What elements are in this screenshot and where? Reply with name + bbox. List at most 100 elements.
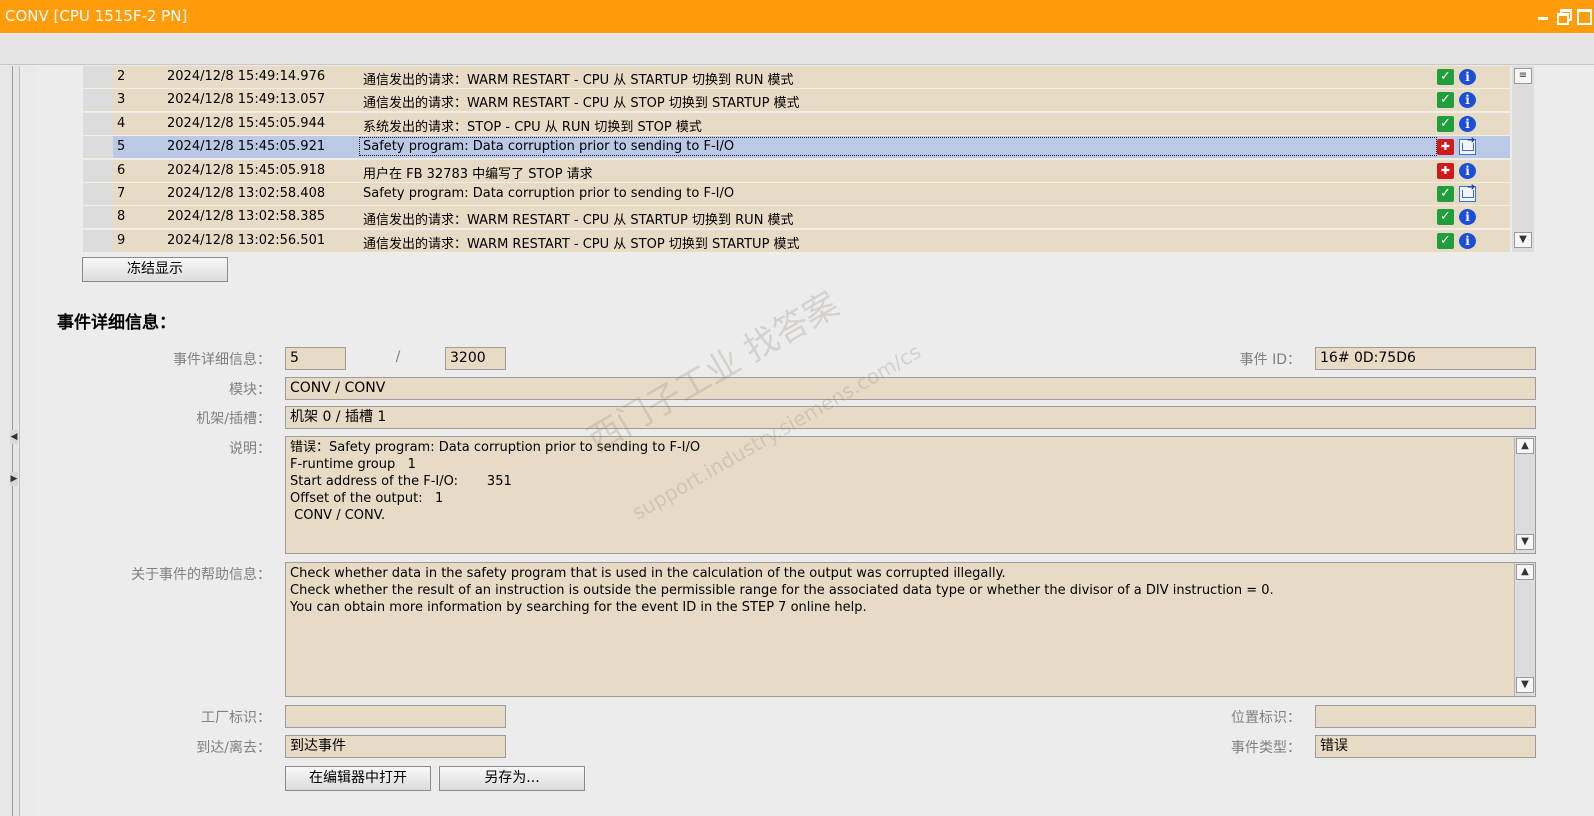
- row-header[interactable]: [83, 229, 113, 252]
- rack-slot-field: 机架 0 / 插槽 1: [285, 406, 1536, 429]
- event-number: 7: [117, 186, 126, 201]
- event-separator: /: [395, 349, 401, 365]
- scroll-up-icon[interactable]: ▲: [1516, 564, 1534, 580]
- event-row[interactable]: 9 2024/12/8 13:02:56.501 通信发出的请求：WARM REST…: [83, 229, 1510, 253]
- help-text: Check whether data in the safety program…: [285, 562, 1536, 697]
- section-title: 事件详细信息：: [57, 313, 176, 333]
- event-timestamp: 2024/12/8 15:45:05.921: [167, 139, 326, 155]
- scroll-up-icon[interactable]: ▲: [1516, 438, 1534, 454]
- event-message: Safety program: Data corruption prior to…: [363, 186, 735, 201]
- event-number: 9: [117, 232, 126, 248]
- event-timestamp: 2024/12/8 13:02:56.501: [167, 232, 326, 248]
- expand-right-icon[interactable]: ▶: [10, 472, 18, 486]
- event-detail-label: 事件详细信息：: [173, 352, 271, 368]
- description-text: 错误：Safety program: Data corruption prior…: [285, 436, 1536, 554]
- event-row[interactable]: 6 2024/12/8 15:45:05.918 用户在 FB 32783 中编写了…: [83, 159, 1510, 183]
- info-icon: i: [1459, 209, 1476, 226]
- event-timestamp: 2024/12/8 15:45:05.918: [167, 162, 326, 178]
- event-row[interactable]: 4 2024/12/8 15:45:05.944 系统发出的请求：STOP - CP…: [83, 112, 1510, 136]
- open-in-editor-button[interactable]: 在编辑器中打开: [285, 766, 431, 791]
- ok-check-icon: ✓: [1437, 92, 1454, 109]
- event-id-label: 事件 ID：: [1239, 352, 1301, 368]
- info-icon: i: [1459, 232, 1476, 249]
- coming-going-field: 到达事件: [285, 735, 506, 758]
- ok-check-icon: ✓: [1437, 69, 1454, 85]
- event-timestamp: 2024/12/8 15:49:13.057: [167, 92, 326, 108]
- diagnostic-buffer-panel: 2 2024/12/8 15:49:14.976 通信发出的请求：WARM REST…: [36, 66, 1594, 816]
- event-timestamp: 2024/12/8 15:49:14.976: [167, 69, 326, 84]
- event-timestamp: 2024/12/8 15:45:05.944: [167, 115, 326, 131]
- event-message: 通信发出的请求：WARM RESTART - CPU 从 STOP 切换到 ST…: [363, 96, 800, 112]
- event-message: 通信发出的请求：WARM RESTART - CPU 从 STARTUP 切换到…: [363, 213, 794, 229]
- row-header[interactable]: [83, 89, 113, 112]
- info-icon: i: [1459, 115, 1476, 132]
- row-header[interactable]: [83, 112, 113, 135]
- help-scrollbar[interactable]: ▲ ▼: [1514, 563, 1535, 696]
- event-index-field[interactable]: 5: [285, 347, 346, 370]
- event-number: 6: [117, 162, 126, 178]
- fault-icon: ✚: [1437, 139, 1454, 156]
- fault-icon: ✚: [1437, 162, 1454, 179]
- module-label: 模块：: [229, 382, 271, 398]
- event-message: 用户在 FB 32783 中编写了 STOP 请求: [363, 166, 593, 182]
- help-label: 关于事件的帮助信息：: [131, 567, 271, 583]
- event-type-field: 错误: [1315, 735, 1536, 758]
- event-message: 通信发出的请求：WARM RESTART - CPU 从 STOP 切换到 ST…: [363, 236, 800, 252]
- info-icon: i: [1459, 69, 1476, 85]
- event-timestamp: 2024/12/8 13:02:58.408: [167, 186, 326, 201]
- restore-icon[interactable]: [1556, 8, 1572, 25]
- outgoing-message-icon: [1459, 182, 1476, 202]
- freeze-display-button[interactable]: 冻结显示: [82, 257, 228, 282]
- title-bar: CONV [CPU 1515F-2 PN]: [0, 0, 1594, 33]
- event-row[interactable]: 8 2024/12/8 13:02:58.385 通信发出的请求：WARM REST…: [83, 206, 1510, 230]
- scroll-down-icon[interactable]: ▼: [1514, 232, 1532, 248]
- location-id-label: 位置标识：: [1231, 710, 1301, 726]
- row-header[interactable]: [83, 159, 113, 182]
- event-message: 通信发出的请求：WARM RESTART - CPU 从 STARTUP 切换到…: [363, 73, 794, 88]
- event-row[interactable]: 3 2024/12/8 15:49:13.057 通信发出的请求：WARM REST…: [83, 89, 1510, 113]
- event-type-label: 事件类型：: [1231, 740, 1301, 756]
- info-icon: i: [1459, 162, 1476, 179]
- toolbar: [0, 33, 1594, 65]
- event-number: 8: [117, 209, 126, 225]
- event-total-field: 3200: [445, 347, 506, 370]
- event-row[interactable]: 5 2024/12/8 15:45:05.921 Safety program: D…: [83, 135, 1510, 160]
- plant-id-field: [285, 705, 506, 728]
- event-number: 3: [117, 92, 126, 108]
- event-list: 2 2024/12/8 15:49:14.976 通信发出的请求：WARM REST…: [83, 66, 1510, 253]
- outgoing-message-icon: [1459, 135, 1476, 156]
- event-number: 5: [117, 139, 126, 155]
- scroll-down-icon[interactable]: ▼: [1516, 534, 1534, 550]
- event-message: Safety program: Data corruption prior to…: [359, 137, 1437, 157]
- window-controls: [1536, 8, 1592, 25]
- description-scrollbar[interactable]: ▲ ▼: [1514, 437, 1535, 553]
- description-label: 说明：: [229, 441, 271, 457]
- collapse-left-icon[interactable]: ◀: [10, 430, 18, 444]
- event-row[interactable]: 2 2024/12/8 15:49:14.976 通信发出的请求：WARM REST…: [83, 66, 1510, 89]
- ok-check-icon: ✓: [1437, 232, 1454, 249]
- ok-check-icon: ✓: [1437, 186, 1454, 202]
- coming-going-label: 到达/离去：: [196, 740, 271, 756]
- plant-id-label: 工厂标识：: [201, 710, 271, 726]
- info-icon: i: [1459, 92, 1476, 109]
- minimize-icon[interactable]: [1536, 8, 1550, 22]
- scroll-down-icon[interactable]: ▼: [1516, 677, 1534, 693]
- event-list-scrollbar[interactable]: ≡ ▼: [1512, 66, 1534, 252]
- list-menu-icon[interactable]: ≡: [1514, 68, 1532, 84]
- ok-check-icon: ✓: [1437, 115, 1454, 132]
- event-number: 2: [117, 69, 126, 84]
- maximize-icon[interactable]: [1576, 8, 1592, 25]
- save-as-button[interactable]: 另存为...: [439, 766, 585, 791]
- event-message: 系统发出的请求：STOP - CPU 从 RUN 切换到 STOP 模式: [363, 119, 702, 135]
- module-field: CONV / CONV: [285, 377, 1536, 400]
- event-row[interactable]: 7 2024/12/8 13:02:58.408 Safety program: D…: [83, 182, 1510, 206]
- location-id-field: [1315, 705, 1536, 728]
- left-collapse-rail: ◀ ▶: [0, 66, 20, 816]
- row-header[interactable]: [83, 136, 113, 159]
- row-header[interactable]: [83, 66, 113, 88]
- event-timestamp: 2024/12/8 13:02:58.385: [167, 209, 326, 225]
- row-header[interactable]: [83, 183, 113, 205]
- event-id-field: 16# 0D:75D6: [1315, 347, 1536, 370]
- row-header[interactable]: [83, 206, 113, 229]
- window-title: CONV [CPU 1515F-2 PN]: [5, 7, 188, 25]
